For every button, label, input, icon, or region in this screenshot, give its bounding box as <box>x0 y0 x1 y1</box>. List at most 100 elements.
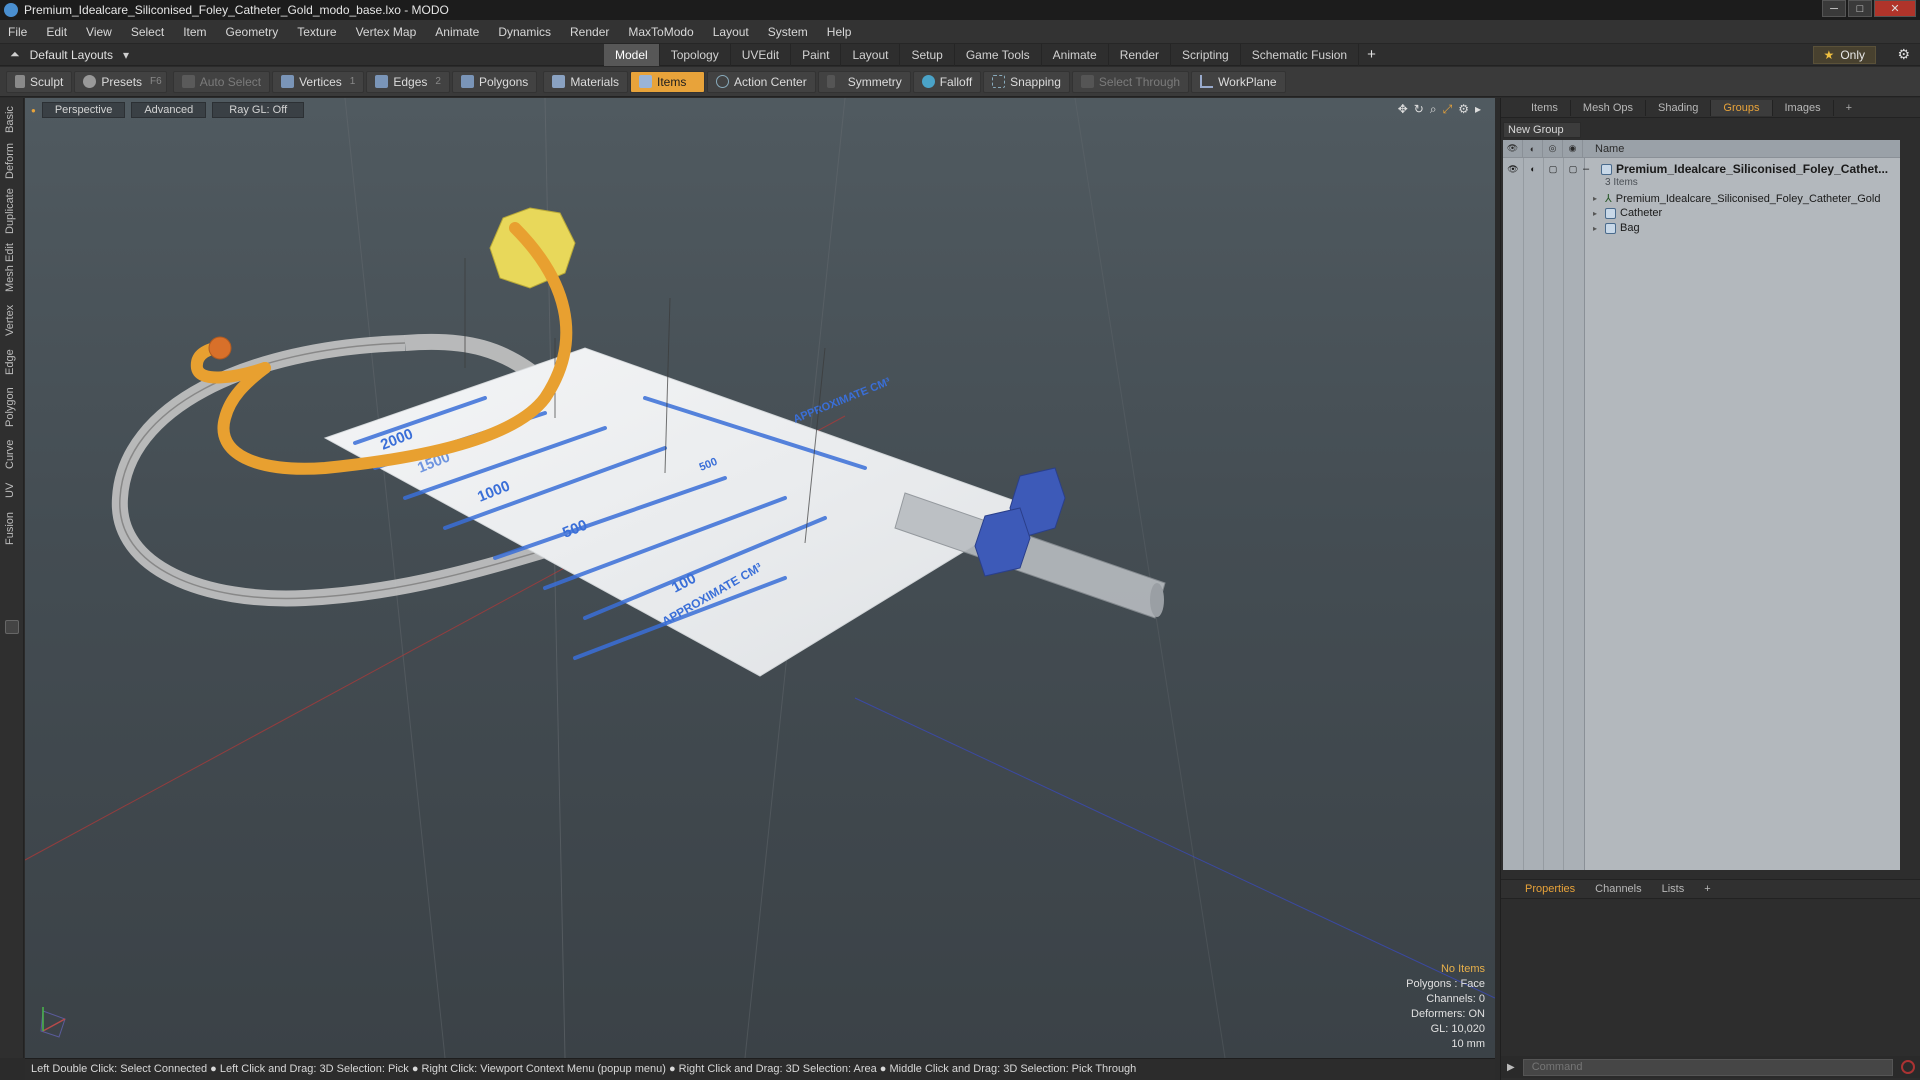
vtab-uv[interactable]: UV <box>4 478 20 502</box>
tab-images[interactable]: Images <box>1773 99 1834 116</box>
menu-render[interactable]: Render <box>570 25 609 39</box>
vtab-mesh-edit[interactable]: Mesh Edit <box>4 242 20 294</box>
new-group-button[interactable]: New Group <box>1503 122 1581 138</box>
tab-uvedit[interactable]: UVEdit <box>731 44 792 66</box>
visibility-column-icon[interactable]: 👁 <box>1503 139 1523 158</box>
add-panel-tab-button[interactable]: + <box>1834 100 1864 116</box>
group-row-child[interactable]: ▸ ⅄ Premium_Idealcare_Siliconised_Foley_… <box>1593 192 1900 206</box>
menu-help[interactable]: Help <box>827 25 852 39</box>
tab-scripting[interactable]: Scripting <box>1171 44 1241 66</box>
sculpt-button[interactable]: Sculpt <box>6 70 73 93</box>
group-row-bag[interactable]: ▸ Bag <box>1593 222 1900 234</box>
tool-color-swatch[interactable] <box>5 620 19 634</box>
menu-file[interactable]: File <box>8 25 27 39</box>
auto-select-button[interactable]: Auto Select <box>172 70 271 93</box>
menu-geometry[interactable]: Geometry <box>226 25 279 39</box>
menu-system[interactable]: System <box>768 25 808 39</box>
tab-game-tools[interactable]: Game Tools <box>955 44 1042 66</box>
tab-properties[interactable]: Properties <box>1515 881 1585 897</box>
action-center-button[interactable]: Action Center <box>707 70 816 93</box>
shading-mode-button[interactable]: Advanced <box>131 102 207 118</box>
menu-animate[interactable]: Animate <box>435 25 479 39</box>
layout-selector[interactable]: ⏶ Default Layouts ▾ <box>10 47 129 62</box>
collapse-icon[interactable]: – <box>1583 163 1601 175</box>
items-button[interactable]: Items <box>630 70 705 93</box>
polygons-button[interactable]: Polygons <box>451 70 538 93</box>
expand-icon[interactable]: ▸ <box>1593 194 1605 203</box>
visibility-eye-icon[interactable]: 👁 <box>1503 164 1523 175</box>
rotate-view-icon[interactable]: ↻ <box>1414 102 1424 117</box>
expand-icon[interactable]: ▸ <box>1593 209 1605 218</box>
group-row-root[interactable]: 👁 ◐ ▢ ▢ – Premium_Idealcare_Siliconised_… <box>1503 162 1900 176</box>
menu-maxtomodo[interactable]: MaxToModo <box>628 25 693 39</box>
menu-item[interactable]: Item <box>183 25 206 39</box>
menu-texture[interactable]: Texture <box>297 25 336 39</box>
lock-toggle-icon[interactable]: ▢ <box>1543 164 1563 175</box>
menu-select[interactable]: Select <box>131 25 164 39</box>
render-column-icon[interactable]: ◐ <box>1523 139 1543 158</box>
workplane-button[interactable]: WorkPlane <box>1191 70 1286 93</box>
group-row-catheter[interactable]: ▸ Catheter <box>1593 207 1900 219</box>
tab-animate[interactable]: Animate <box>1042 44 1109 66</box>
tab-setup[interactable]: Setup <box>900 44 955 66</box>
tab-channels[interactable]: Channels <box>1585 881 1651 897</box>
add-tab-button[interactable]: + <box>1359 44 1384 66</box>
menu-vertex-map[interactable]: Vertex Map <box>356 25 417 39</box>
3d-viewport[interactable]: 2000 1500 1000 500 100 500 APPROXIMATE C… <box>25 98 1495 1058</box>
tab-schematic-fusion[interactable]: Schematic Fusion <box>1241 44 1360 66</box>
select-toggle-icon[interactable]: ▢ <box>1563 164 1583 175</box>
vtab-duplicate[interactable]: Duplicate <box>4 186 20 236</box>
tab-render[interactable]: Render <box>1109 44 1172 66</box>
edges-button[interactable]: Edges 2 <box>366 70 450 93</box>
vtab-deform[interactable]: Deform <box>4 142 20 180</box>
tab-groups[interactable]: Groups <box>1711 99 1773 116</box>
expand-arrow-icon[interactable]: ▸ <box>1475 102 1481 117</box>
minimize-button[interactable]: ─ <box>1822 0 1846 17</box>
zoom-icon[interactable]: ⌕ <box>1430 102 1437 117</box>
tab-items[interactable]: Items <box>1519 99 1571 116</box>
vtab-polygon[interactable]: Polygon <box>4 384 20 430</box>
menu-layout[interactable]: Layout <box>713 25 749 39</box>
name-column-header: Name <box>1595 142 1625 155</box>
tab-topology[interactable]: Topology <box>660 44 731 66</box>
fit-view-icon[interactable]: ⤢ <box>1443 102 1453 117</box>
record-macro-icon[interactable] <box>1900 1060 1915 1074</box>
snapping-button[interactable]: Snapping <box>983 70 1070 93</box>
vtab-vertex[interactable]: Vertex <box>4 300 20 340</box>
tab-mesh-ops[interactable]: Mesh Ops <box>1571 99 1647 116</box>
render-toggle-icon[interactable]: ◐ <box>1523 164 1543 174</box>
expand-icon[interactable]: ▸ <box>1593 224 1605 233</box>
viewport-gear-icon[interactable]: ⚙ <box>1458 102 1469 117</box>
tab-model[interactable]: Model <box>604 44 660 66</box>
select-column-icon[interactable]: ◉ <box>1563 139 1583 158</box>
gear-icon[interactable]: ⚙ <box>1897 46 1910 63</box>
menu-view[interactable]: View <box>86 25 112 39</box>
maximize-button[interactable]: □ <box>1848 0 1872 17</box>
vtab-basic[interactable]: Basic <box>4 104 20 136</box>
falloff-button[interactable]: Falloff <box>912 70 982 93</box>
move-view-icon[interactable]: ✥ <box>1398 102 1408 117</box>
tab-shading[interactable]: Shading <box>1646 99 1712 116</box>
vtab-edge[interactable]: Edge <box>4 346 20 378</box>
workplane-icon <box>1200 75 1214 88</box>
tab-lists[interactable]: Lists <box>1652 881 1695 897</box>
lock-column-icon[interactable]: ◎ <box>1543 139 1563 158</box>
close-button[interactable]: ✕ <box>1874 0 1916 17</box>
tab-paint[interactable]: Paint <box>791 44 842 66</box>
menu-dynamics[interactable]: Dynamics <box>498 25 551 39</box>
command-input[interactable] <box>1522 1058 1893 1076</box>
raygl-button[interactable]: Ray GL: Off <box>212 102 305 118</box>
presets-button[interactable]: Presets F6 <box>74 70 167 93</box>
tab-layout[interactable]: Layout <box>841 44 901 66</box>
only-button[interactable]: ★ Only <box>1812 46 1876 64</box>
menu-edit[interactable]: Edit <box>46 25 67 39</box>
vtab-fusion[interactable]: Fusion <box>4 508 20 548</box>
symmetry-button[interactable]: Symmetry <box>817 70 911 93</box>
view-type-button[interactable]: Perspective <box>41 102 126 118</box>
select-through-button[interactable]: Select Through <box>1071 70 1190 93</box>
vtab-curve[interactable]: Curve <box>4 436 20 472</box>
vertices-button[interactable]: Vertices 1 <box>272 70 365 93</box>
add-properties-tab-button[interactable]: + <box>1694 881 1720 897</box>
symmetry-label: Symmetry <box>847 74 902 89</box>
materials-button[interactable]: Materials <box>543 70 628 93</box>
